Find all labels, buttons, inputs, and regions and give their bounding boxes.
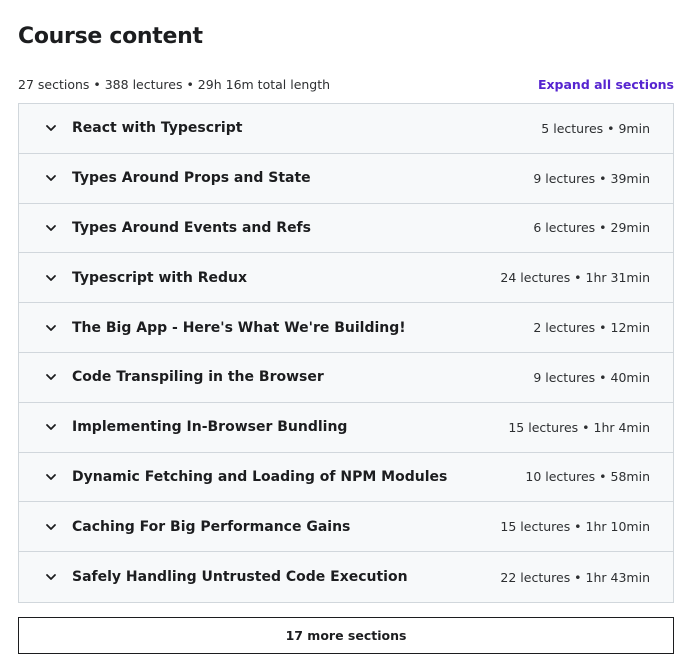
chevron-down-icon — [43, 220, 59, 236]
chevron-down-icon — [43, 369, 59, 385]
chevron-down-icon — [43, 569, 59, 585]
section-item[interactable]: Types Around Events and Refs 6 lectures … — [19, 203, 673, 254]
content-summary-row: 27 sections • 388 lectures • 29h 16m tot… — [18, 77, 674, 92]
section-title: Typescript with Redux — [72, 269, 248, 286]
section-title: Caching For Big Performance Gains — [72, 518, 351, 535]
section-item[interactable]: Implementing In-Browser Bundling 15 lect… — [19, 402, 673, 453]
section-item[interactable]: Types Around Props and State 9 lectures … — [19, 153, 673, 204]
section-item[interactable]: The Big App - Here's What We're Building… — [19, 303, 673, 353]
chevron-down-icon — [43, 469, 59, 485]
section-meta: 6 lectures • 29min — [533, 220, 650, 236]
section-meta: 24 lectures • 1hr 31min — [500, 270, 650, 286]
section-meta: 10 lectures • 58min — [525, 469, 650, 485]
section-item[interactable]: Code Transpiling in the Browser 9 lectur… — [19, 352, 673, 403]
section-item[interactable]: React with Typescript 5 lectures • 9min — [19, 104, 673, 154]
expand-all-sections-button[interactable]: Expand all sections — [538, 77, 674, 92]
section-item[interactable]: Dynamic Fetching and Loading of NPM Modu… — [19, 452, 673, 503]
section-meta: 15 lectures • 1hr 10min — [500, 519, 650, 535]
section-list: React with Typescript 5 lectures • 9min … — [18, 103, 674, 603]
section-meta: 9 lectures • 40min — [533, 369, 650, 385]
section-item[interactable]: Safely Handling Untrusted Code Execution… — [19, 552, 673, 602]
chevron-down-icon — [43, 519, 59, 535]
chevron-down-icon — [43, 120, 59, 136]
chevron-down-icon — [43, 320, 59, 336]
chevron-down-icon — [43, 419, 59, 435]
section-meta: 5 lectures • 9min — [541, 120, 650, 136]
section-title: Dynamic Fetching and Loading of NPM Modu… — [72, 468, 448, 485]
section-title: Types Around Events and Refs — [72, 219, 311, 236]
more-sections-button[interactable]: 17 more sections — [18, 617, 674, 654]
section-meta: 15 lectures • 1hr 4min — [508, 419, 650, 435]
section-meta: 2 lectures • 12min — [533, 320, 650, 336]
chevron-down-icon — [43, 170, 59, 186]
course-summary: 27 sections • 388 lectures • 29h 16m tot… — [18, 77, 331, 92]
section-title: Types Around Props and State — [72, 170, 311, 187]
section-item[interactable]: Typescript with Redux 24 lectures • 1hr … — [19, 253, 673, 304]
section-meta: 9 lectures • 39min — [533, 170, 650, 186]
section-meta: 22 lectures • 1hr 43min — [500, 569, 650, 585]
section-title: Implementing In-Browser Bundling — [72, 419, 348, 436]
section-title: Safely Handling Untrusted Code Execution — [72, 569, 408, 586]
chevron-down-icon — [43, 270, 59, 286]
section-title: The Big App - Here's What We're Building… — [72, 319, 406, 336]
section-title: Code Transpiling in the Browser — [72, 369, 324, 386]
section-item[interactable]: Caching For Big Performance Gains 15 lec… — [19, 502, 673, 553]
page-title: Course content — [18, 24, 203, 49]
section-title: React with Typescript — [72, 120, 243, 137]
